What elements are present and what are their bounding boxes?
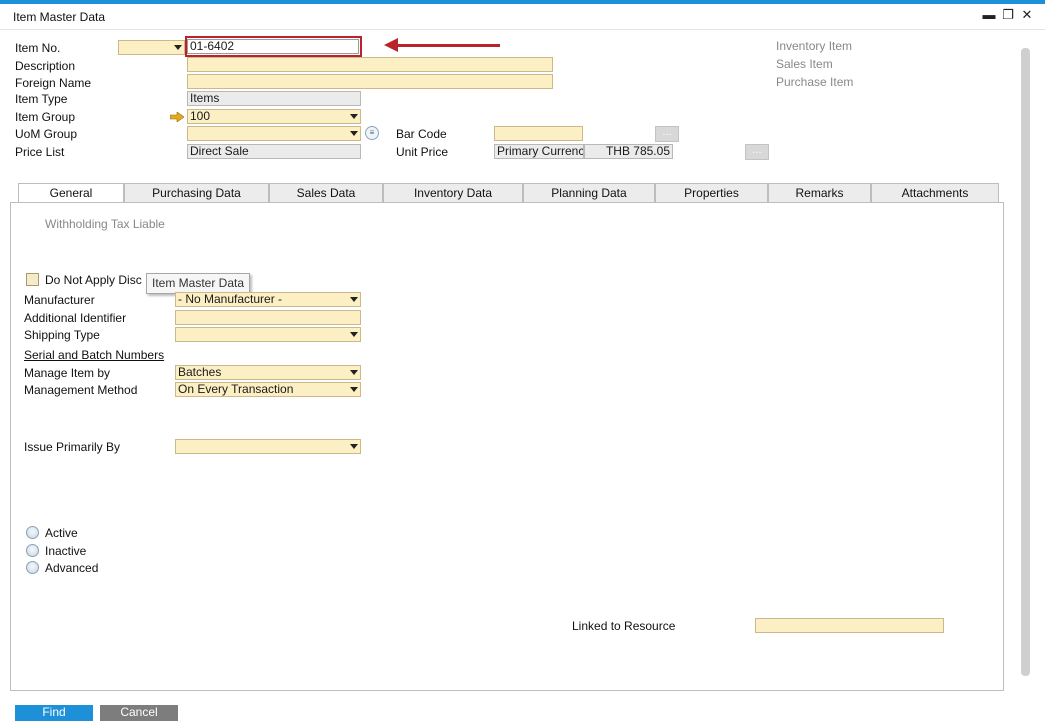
tab-planning-data[interactable]: Planning Data: [523, 183, 655, 203]
manufacturer-value: - No Manufacturer -: [178, 292, 283, 306]
unit-price-more-button[interactable]: ...: [745, 144, 769, 160]
price-list-field[interactable]: Direct Sale: [187, 144, 361, 159]
find-button[interactable]: Find: [15, 705, 93, 721]
issue-primarily-by-dropdown[interactable]: [175, 439, 361, 454]
unit-price-value-field[interactable]: THB 785.05: [584, 144, 673, 159]
sales-item-checkbox-label[interactable]: Sales Item: [776, 57, 833, 71]
item-group-value: 100: [190, 109, 211, 123]
tooltip: Item Master Data: [146, 273, 251, 294]
restore-icon[interactable]: ❐: [1000, 7, 1016, 23]
manage-item-by-value: Batches: [178, 365, 222, 379]
window-title: Item Master Data: [13, 10, 106, 24]
management-method-label: Management Method: [24, 383, 138, 397]
description-label: Description: [15, 59, 76, 73]
item-type-field[interactable]: Items: [187, 91, 361, 106]
foreign-name-input[interactable]: [187, 74, 553, 89]
annotation-arrow-icon: [384, 38, 398, 52]
link-arrow-icon[interactable]: [169, 111, 185, 123]
foreign-name-label: Foreign Name: [15, 76, 92, 90]
bar-code-label: Bar Code: [396, 127, 447, 141]
do-not-apply-disc-checkbox[interactable]: [26, 273, 39, 286]
advanced-radio-label: Advanced: [45, 561, 99, 575]
item-type-label: Item Type: [15, 92, 68, 106]
tab-properties[interactable]: Properties: [655, 183, 768, 203]
tab-sales-data[interactable]: Sales Data: [269, 183, 383, 203]
tab-attachments[interactable]: Attachments: [871, 183, 999, 203]
uom-details-icon[interactable]: ≡: [365, 126, 379, 140]
manufacturer-label: Manufacturer: [24, 293, 95, 307]
unit-price-label: Unit Price: [396, 145, 449, 159]
item-group-dropdown[interactable]: 100: [187, 109, 361, 124]
issue-primarily-by-label: Issue Primarily By: [24, 440, 121, 454]
close-icon[interactable]: ✕: [1019, 7, 1035, 23]
inactive-radio-label: Inactive: [45, 544, 87, 558]
manage-item-by-label: Manage Item by: [24, 366, 111, 380]
shipping-type-label: Shipping Type: [24, 328, 100, 342]
manufacturer-dropdown[interactable]: - No Manufacturer -: [175, 292, 361, 307]
annotation-arrow-shaft: [396, 44, 500, 47]
advanced-radio[interactable]: [26, 561, 39, 574]
inventory-item-checkbox-label[interactable]: Inventory Item: [776, 39, 852, 53]
uom-group-dropdown[interactable]: [187, 126, 361, 141]
tab-general[interactable]: General: [18, 183, 124, 204]
linked-to-resource-input[interactable]: [755, 618, 944, 633]
shipping-type-dropdown[interactable]: [175, 327, 361, 342]
do-not-apply-disc-label: Do Not Apply Disc: [45, 273, 142, 287]
item-no-label: Item No.: [15, 41, 61, 55]
item-group-label: Item Group: [15, 110, 76, 124]
additional-identifier-label: Additional Identifier: [24, 311, 127, 325]
active-radio[interactable]: [26, 526, 39, 539]
minimize-icon[interactable]: ▬: [981, 7, 997, 23]
tab-inventory-data[interactable]: Inventory Data: [383, 183, 523, 203]
linked-to-resource-label: Linked to Resource: [572, 619, 676, 633]
price-list-label: Price List: [15, 145, 65, 159]
additional-identifier-input[interactable]: [175, 310, 361, 325]
bar-code-more-button[interactable]: ...: [655, 126, 679, 142]
purchase-item-checkbox-label[interactable]: Purchase Item: [776, 75, 853, 89]
tab-purchasing-data[interactable]: Purchasing Data: [124, 183, 269, 203]
tab-remarks[interactable]: Remarks: [768, 183, 871, 203]
item-no-series-dropdown[interactable]: [118, 40, 185, 55]
manage-item-by-dropdown[interactable]: Batches: [175, 365, 361, 380]
withholding-tax-label[interactable]: Withholding Tax Liable: [45, 217, 165, 231]
uom-group-label: UoM Group: [15, 127, 78, 141]
title-bar: [0, 4, 1045, 30]
bar-code-input[interactable]: [494, 126, 583, 141]
cancel-button[interactable]: Cancel: [100, 705, 178, 721]
unit-price-currency-field[interactable]: Primary Currenc: [494, 144, 584, 159]
active-radio-label: Active: [45, 526, 78, 540]
management-method-value: On Every Transaction: [178, 382, 294, 396]
highlight-box: [185, 36, 362, 57]
serial-batch-header[interactable]: Serial and Batch Numbers: [24, 348, 164, 362]
inactive-radio[interactable]: [26, 544, 39, 557]
management-method-dropdown[interactable]: On Every Transaction: [175, 382, 361, 397]
description-input[interactable]: [187, 57, 553, 72]
scrollbar-thumb[interactable]: [1021, 48, 1030, 676]
